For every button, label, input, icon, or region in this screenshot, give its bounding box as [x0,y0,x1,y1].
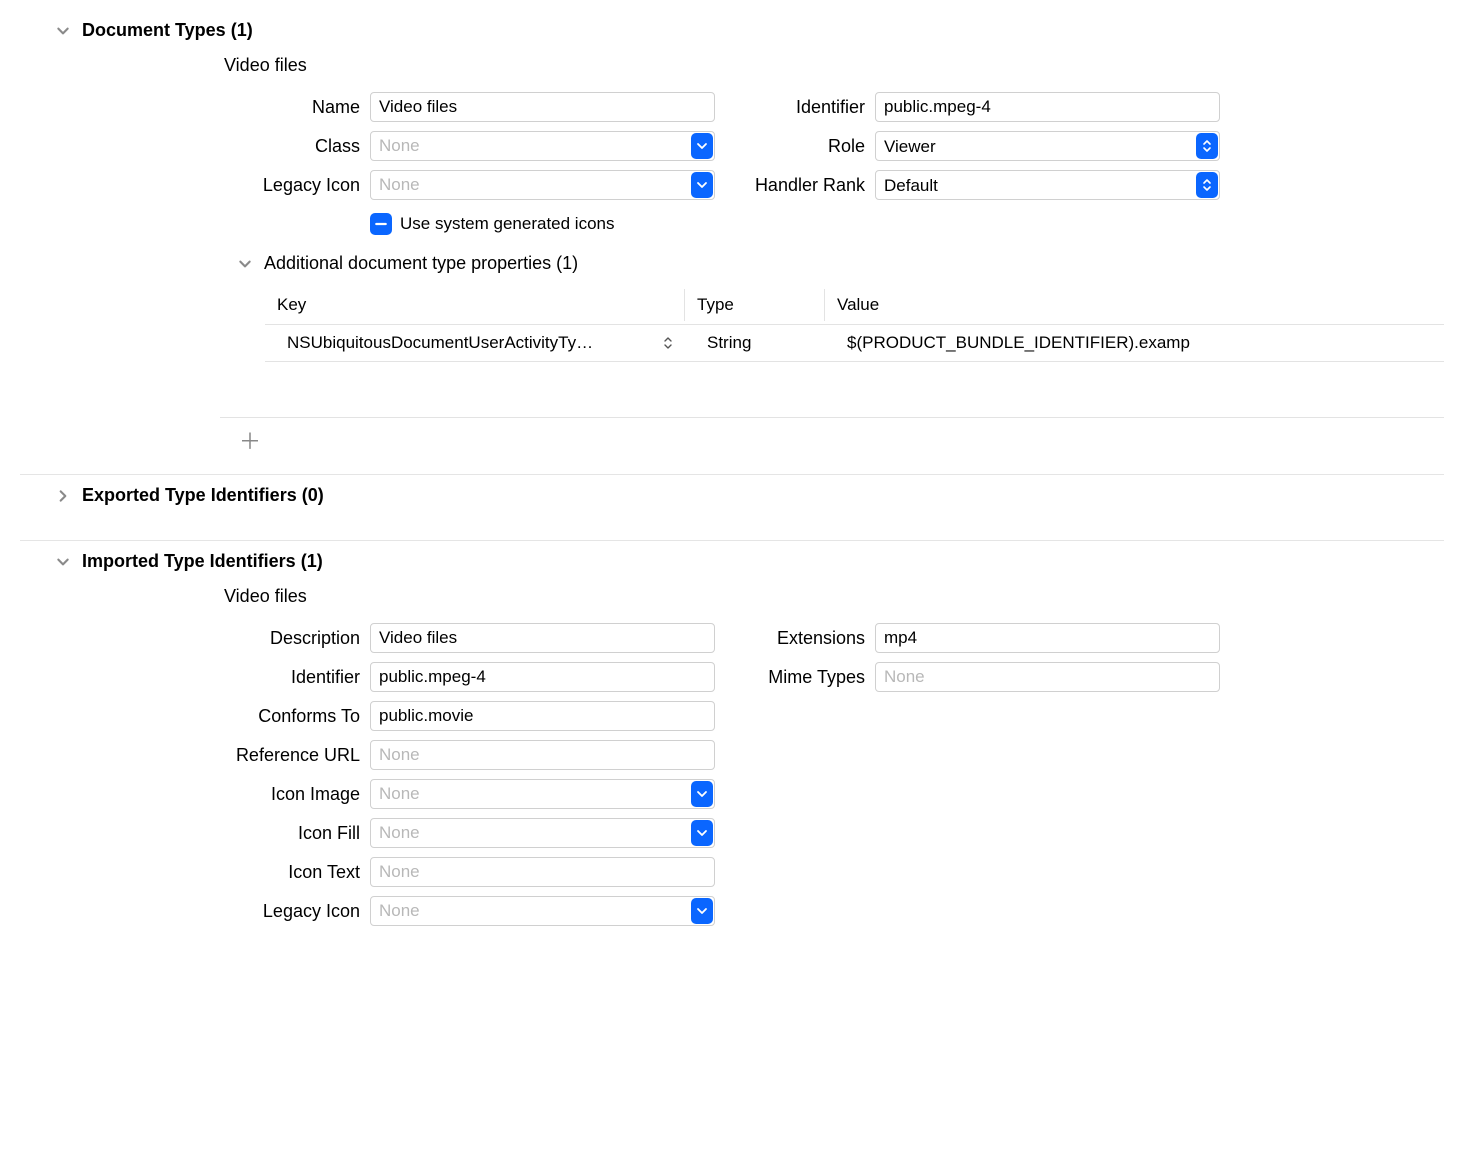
doctype-subtitle: Video files [20,55,1444,92]
name-label: Name [20,97,370,118]
imported-legacy-icon-input[interactable] [370,896,715,926]
name-input[interactable] [370,92,715,122]
role-label: Role [740,136,875,157]
imported-legacy-icon-dropdown-button[interactable] [691,898,713,924]
stepper-icon[interactable] [663,335,673,351]
extensions-input[interactable] [875,623,1220,653]
additional-properties-header-row: Additional document type properties (1) [20,235,1444,278]
imported-identifier-input[interactable] [370,662,715,692]
legacy-icon-dropdown-button[interactable] [691,172,713,198]
mime-types-input[interactable] [875,662,1220,692]
extensions-label: Extensions [740,628,875,649]
chevron-right-icon[interactable] [56,489,70,503]
legacy-icon-input[interactable] [370,170,715,200]
imported-identifier-label: Identifier [20,667,370,688]
imported-form: Description Identifier Conforms To Refer… [20,623,1444,926]
chevron-down-icon[interactable] [238,257,252,271]
chevron-down-icon[interactable] [56,24,70,38]
imported-types-header: Imported Type Identifiers (1) [82,551,323,572]
additional-properties-table: Key Type Value NSUbiquitousDocumentUserA… [265,286,1444,362]
icon-fill-dropdown-button[interactable] [691,820,713,846]
role-select[interactable]: Viewer [875,131,1220,161]
col-type-header: Type [685,289,825,321]
table-row[interactable]: NSUbiquitousDocumentUserActivityTy… Stri… [265,324,1444,362]
row-type: String [685,327,825,359]
icon-text-input[interactable] [370,857,715,887]
add-document-type-button[interactable]: ＋ [240,430,260,450]
icon-image-dropdown-button[interactable] [691,781,713,807]
imported-legacy-icon-label: Legacy Icon [20,901,370,922]
imported-subtitle: Video files [20,586,1444,623]
icon-image-label: Icon Image [20,784,370,805]
mime-types-label: Mime Types [740,667,875,688]
exported-types-header: Exported Type Identifiers (0) [82,485,324,506]
row-key: NSUbiquitousDocumentUserActivityTy… [287,333,593,353]
chevron-down-icon[interactable] [56,555,70,569]
class-input[interactable] [370,131,715,161]
description-input[interactable] [370,623,715,653]
document-types-header-row: Document Types (1) [20,10,1444,55]
col-value-header: Value [825,289,1444,321]
conforms-to-input[interactable] [370,701,715,731]
document-types-section: Document Types (1) Video files Name Clas… [20,10,1444,475]
legacy-icon-label: Legacy Icon [20,175,370,196]
icon-fill-label: Icon Fill [20,823,370,844]
document-types-header: Document Types (1) [82,20,253,41]
icon-image-input[interactable] [370,779,715,809]
system-icons-label: Use system generated icons [400,214,615,234]
reference-url-label: Reference URL [20,745,370,766]
imported-types-section: Imported Type Identifiers (1) Video file… [20,541,1444,926]
conforms-to-label: Conforms To [20,706,370,727]
col-key-header: Key [265,289,685,321]
exported-types-section: Exported Type Identifiers (0) [20,475,1444,541]
description-label: Description [20,628,370,649]
row-value: $(PRODUCT_BUNDLE_IDENTIFIER).examp [825,327,1444,359]
icon-text-label: Icon Text [20,862,370,883]
class-label: Class [20,136,370,157]
doctype-form: Name Class Legacy Icon Use system ge [20,92,1444,235]
reference-url-input[interactable] [370,740,715,770]
identifier-input[interactable] [875,92,1220,122]
handler-rank-select[interactable]: Default [875,170,1220,200]
system-icons-checkbox[interactable] [370,213,392,235]
handler-rank-label: Handler Rank [740,175,875,196]
class-dropdown-button[interactable] [691,133,713,159]
additional-properties-header: Additional document type properties (1) [264,253,578,274]
identifier-label: Identifier [740,97,875,118]
icon-fill-input[interactable] [370,818,715,848]
